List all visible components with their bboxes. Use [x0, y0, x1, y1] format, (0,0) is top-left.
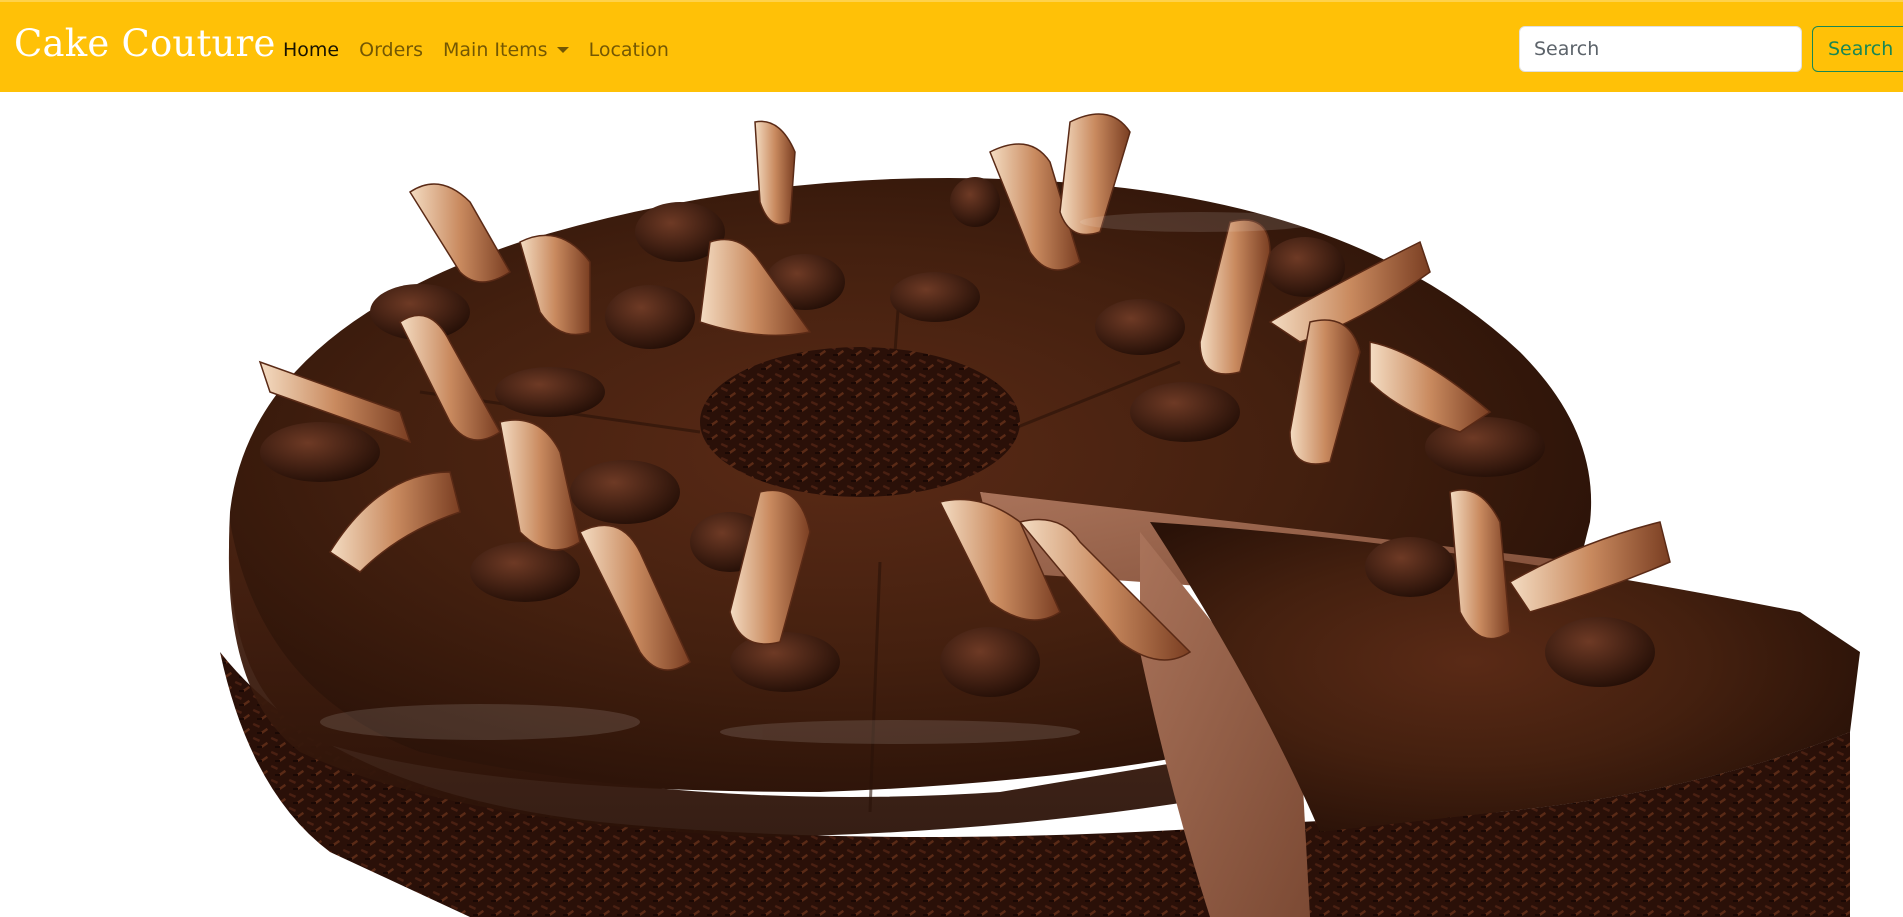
nav-link-orders[interactable]: Orders	[359, 39, 423, 61]
search-input[interactable]	[1519, 26, 1802, 72]
nav-dropdown-main-items[interactable]: Main Items	[443, 39, 569, 61]
brand-logo[interactable]: Cake Couture	[14, 20, 276, 68]
nav-link-home[interactable]: Home	[283, 39, 339, 61]
nav-dropdown-label: Main Items	[443, 39, 548, 61]
page: Cake Couture Home Orders Main Items Loca…	[0, 0, 1903, 917]
caret-down-icon	[556, 47, 569, 53]
search-button[interactable]: Search	[1812, 26, 1903, 72]
hero-image	[0, 92, 1903, 917]
nav-link-location[interactable]: Location	[589, 39, 669, 61]
chocolate-cake-image	[220, 113, 1860, 917]
navbar: Cake Couture Home Orders Main Items Loca…	[0, 0, 1903, 92]
nav-links: Home Orders Main Items Location	[283, 36, 669, 64]
